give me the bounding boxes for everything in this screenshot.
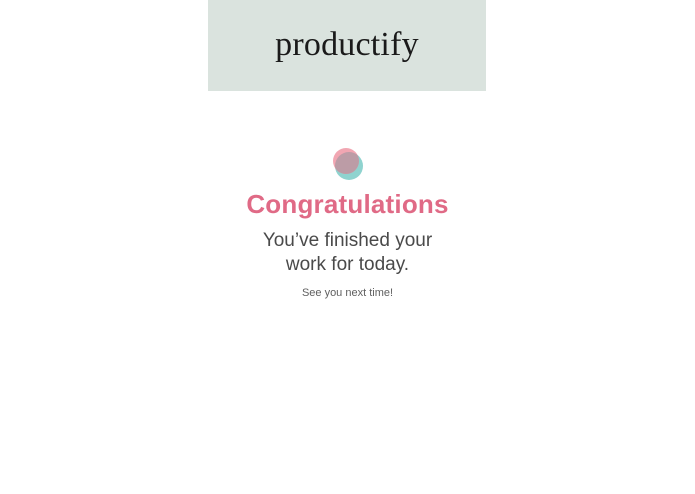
see-you-note: See you next time! xyxy=(301,287,394,299)
finished-message: You’ve finished your work for today. xyxy=(0,229,695,277)
finished-message-line-1: You’ve finished your xyxy=(262,230,433,251)
header-bar: productify xyxy=(208,0,486,91)
congratulations-title: Congratulations xyxy=(246,189,449,219)
overlapping-circles-icon xyxy=(333,148,363,180)
brand-logo-text: productify xyxy=(275,25,419,63)
finished-message-line-2: work for today. xyxy=(285,254,410,275)
